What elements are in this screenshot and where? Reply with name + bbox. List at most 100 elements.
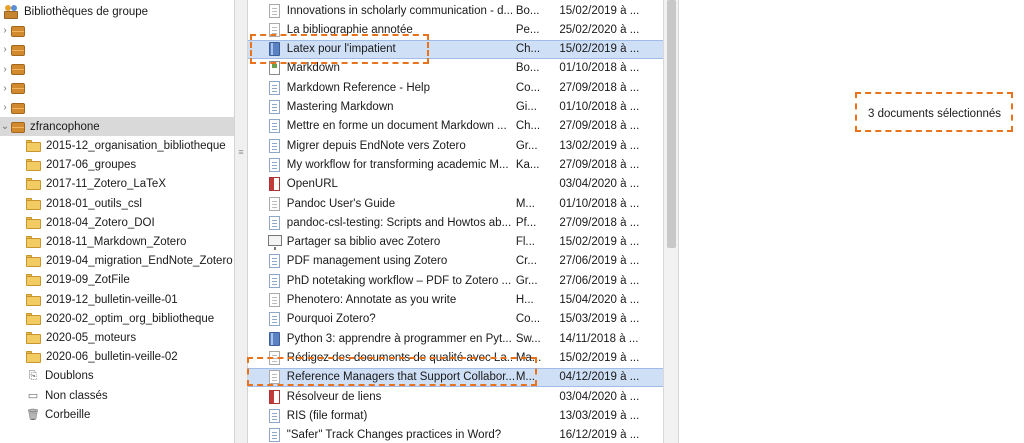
collection-folder[interactable]: 2020-05_moteurs bbox=[0, 328, 234, 347]
item-row[interactable]: Markdown Reference - Help Co... 27/09/2018… bbox=[248, 78, 663, 97]
group-library-collapsed[interactable]: › bbox=[0, 21, 234, 40]
item-row[interactable]: Phenotero: Annotate as you write H... 15/0… bbox=[248, 291, 663, 310]
web-page-icon bbox=[267, 369, 283, 385]
folder-icon bbox=[26, 274, 41, 287]
chevron-right-icon[interactable]: › bbox=[0, 98, 10, 117]
item-row[interactable]: Pourquoi Zotero? Co... 15/03/2019 à ... bbox=[248, 310, 663, 329]
chevron-right-icon[interactable]: › bbox=[0, 40, 10, 59]
collection-folder[interactable]: 2019-04_migration_EndNote_Zotero bbox=[0, 252, 234, 271]
chevron-right-icon[interactable]: › bbox=[0, 60, 10, 79]
folder-icon bbox=[26, 159, 41, 172]
item-row[interactable]: PDF management using Zotero Cr... 27/06/20… bbox=[248, 252, 663, 271]
item-title: Reference Managers that Support Collabor… bbox=[286, 371, 514, 384]
item-creator: Ka... bbox=[515, 158, 540, 171]
unfiled-item[interactable]: ▭ Non classés bbox=[0, 386, 234, 405]
collection-folder[interactable]: 2019-09_ZotFile bbox=[0, 271, 234, 290]
unfiled-icon: ▭ bbox=[27, 390, 39, 402]
item-creator: Bo... bbox=[515, 62, 540, 75]
document-icon bbox=[267, 408, 283, 424]
group-library-collapsed[interactable]: › bbox=[0, 98, 234, 117]
splitter-grip-icon[interactable]: ≡ bbox=[237, 148, 245, 157]
item-row[interactable]: Innovations in scholarly communication -… bbox=[248, 1, 663, 20]
folder-icon bbox=[26, 351, 41, 364]
item-date-added: 01/10/2018 à ... bbox=[559, 101, 640, 113]
folder-icon bbox=[26, 139, 41, 152]
item-row[interactable]: Rédigez des documents de qualité avec La… bbox=[248, 348, 663, 367]
document-icon bbox=[267, 157, 283, 173]
item-row[interactable]: PhD notetaking workflow – PDF to Zotero … bbox=[248, 271, 663, 290]
item-row[interactable]: Python 3: apprendre à programmer en Pyt.… bbox=[248, 329, 663, 348]
item-row[interactable]: My workflow for transforming academic M.… bbox=[248, 155, 663, 174]
item-title: Latex pour l'impatient bbox=[286, 43, 396, 56]
item-creator: Gi... bbox=[515, 101, 537, 113]
item-row[interactable]: Latex pour l'impatient Ch... 15/02/2019 à … bbox=[248, 39, 663, 59]
item-row[interactable]: Partager sa biblio avec Zotero Fl... 15/02… bbox=[248, 233, 663, 252]
item-row[interactable]: La bibliographie annotée Pe... 25/02/2020 … bbox=[248, 20, 663, 39]
item-date-added: 03/04/2020 à ... bbox=[559, 178, 640, 191]
item-creator: Pf... bbox=[515, 216, 537, 229]
item-row[interactable]: RIS (file format) 13/03/2019 à ... bbox=[248, 406, 663, 425]
duplicates-item[interactable]: ⎘ Doublons bbox=[0, 367, 234, 386]
collection-folder[interactable]: 2017-06_groupes bbox=[0, 156, 234, 175]
collection-folder-label: 2017-06_groupes bbox=[46, 159, 137, 172]
item-date-added: 14/11/2018 à ... bbox=[559, 332, 639, 345]
item-row[interactable]: Mastering Markdown Gi... 01/10/2018 à ... bbox=[248, 98, 663, 117]
collection-folder[interactable]: 2017-11_Zotero_LaTeX bbox=[0, 175, 234, 194]
presentation-icon bbox=[267, 234, 283, 251]
item-creator: Gr... bbox=[515, 139, 538, 152]
left-splitter[interactable]: ≡ bbox=[234, 0, 248, 443]
item-title: Phenotero: Annotate as you write bbox=[286, 294, 457, 306]
item-creator: Fl... bbox=[515, 236, 535, 249]
group-library-collapsed[interactable]: › bbox=[0, 79, 234, 98]
collection-folder[interactable]: 2018-01_outils_csl bbox=[0, 194, 234, 213]
chevron-right-icon[interactable]: › bbox=[0, 21, 10, 40]
item-row[interactable]: Résolveur de liens 03/04/2020 à ... bbox=[248, 387, 663, 406]
collection-folder-label: 2020-05_moteurs bbox=[46, 331, 137, 344]
chevron-down-icon[interactable]: ⌄ bbox=[0, 117, 10, 136]
items-scrollbar[interactable] bbox=[663, 0, 679, 443]
item-date-added: 27/09/2018 à ... bbox=[559, 158, 640, 171]
item-row[interactable]: Reference Managers that Support Collabor… bbox=[248, 367, 663, 387]
item-creator: Sw... bbox=[515, 332, 541, 345]
item-row[interactable]: "Safer" Track Changes practices in Word?… bbox=[248, 426, 663, 443]
item-date-added: 15/02/2019 à ... bbox=[559, 351, 640, 364]
item-row[interactable]: Migrer depuis EndNote vers Zotero Gr... 13… bbox=[248, 136, 663, 155]
collection-folder[interactable]: 2019-12_bulletin-veille-01 bbox=[0, 290, 234, 309]
web-page-icon bbox=[267, 3, 283, 19]
item-row[interactable]: OpenURL 03/04/2020 à ... bbox=[248, 175, 663, 194]
group-library-icon bbox=[10, 44, 26, 56]
chevron-right-icon[interactable]: › bbox=[0, 79, 10, 98]
collection-folder[interactable]: 2015-12_organisation_bibliotheque bbox=[0, 136, 234, 155]
collection-folder[interactable]: 2020-02_optim_org_bibliotheque bbox=[0, 309, 234, 328]
trash-item[interactable]: 🗑 Corbeille bbox=[0, 405, 234, 424]
item-row[interactable]: pandoc-csl-testing: Scripts and Howtos a… bbox=[248, 213, 663, 232]
group-library-icon bbox=[10, 63, 26, 76]
book-icon bbox=[267, 41, 283, 57]
group-library-zfrancophone[interactable]: ⌄ zfrancophone bbox=[0, 117, 234, 137]
group-libraries-header[interactable]: Bibliothèques de groupe bbox=[0, 2, 234, 21]
group-library-collapsed[interactable]: › bbox=[0, 40, 234, 59]
item-row[interactable]: Mettre en forme un document Markdown ...… bbox=[248, 117, 663, 136]
item-date-added: 16/12/2019 à ... bbox=[559, 429, 640, 442]
item-row[interactable]: Markdown Bo... 01/10/2018 à ... bbox=[248, 59, 663, 78]
item-row[interactable]: Pandoc User's Guide M... 01/10/2018 à ... bbox=[248, 194, 663, 213]
item-date-added: 27/09/2018 à ... bbox=[559, 120, 640, 133]
collection-folder[interactable]: 2018-11_Markdown_Zotero bbox=[0, 232, 234, 251]
item-date-added: 27/06/2019 à ... bbox=[559, 274, 640, 287]
item-date-added: 27/06/2019 à ... bbox=[559, 255, 640, 268]
duplicates-icon: ⎘ bbox=[28, 369, 38, 382]
web-page-icon bbox=[267, 292, 283, 308]
item-title: pandoc-csl-testing: Scripts and Howtos a… bbox=[286, 216, 512, 229]
item-title: RIS (file format) bbox=[286, 409, 368, 422]
report-icon bbox=[267, 60, 283, 76]
folder-icon bbox=[26, 255, 41, 268]
item-title: Markdown Reference - Help bbox=[286, 81, 430, 94]
collection-folder[interactable]: 2018-04_Zotero_DOI bbox=[0, 213, 234, 232]
scrollbar-thumb[interactable] bbox=[667, 0, 676, 248]
group-library-collapsed[interactable]: › bbox=[0, 60, 234, 79]
item-title: PDF management using Zotero bbox=[286, 255, 448, 268]
collection-folder[interactable]: 2020-06_bulletin-veille-02 bbox=[0, 348, 234, 367]
item-title: "Safer" Track Changes practices in Word? bbox=[286, 429, 502, 442]
item-date-added: 15/02/2019 à ... bbox=[559, 4, 640, 17]
item-date-added: 27/09/2018 à ... bbox=[559, 81, 640, 94]
